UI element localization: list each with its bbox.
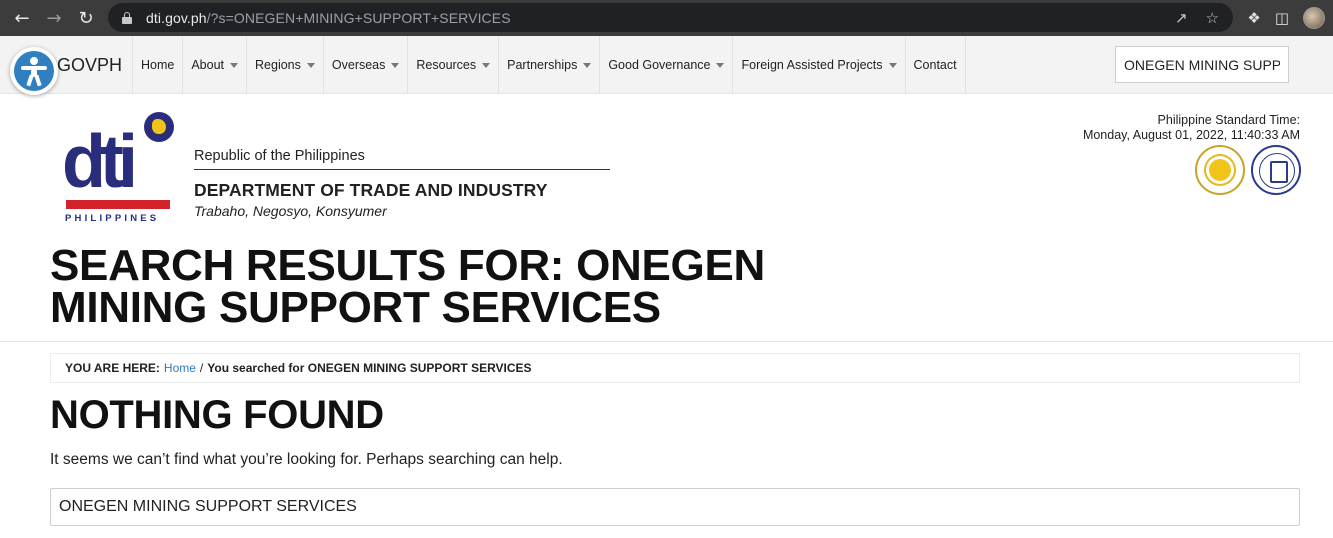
caret-down-icon — [716, 62, 725, 68]
department-name: DEPARTMENT OF TRADE AND INDUSTRY — [194, 180, 548, 200]
menu-item-label: Overseas — [331, 58, 386, 72]
address-bar[interactable]: dti.gov.ph/?s=ONEGEN+MINING+SUPPORT+SERV… — [108, 3, 1233, 32]
standard-time-block: Philippine Standard Time: Monday, August… — [1083, 113, 1300, 143]
agency-name-block: Republic of the Philippines DEPARTMENT O… — [194, 148, 610, 219]
sidepanel-icon[interactable]: ◫ — [1275, 9, 1289, 27]
logo-red-bar — [66, 200, 170, 209]
no-results-message: It seems we can’t find what you’re looki… — [50, 451, 563, 468]
accessibility-icon[interactable] — [10, 47, 58, 95]
nav-search-input[interactable] — [1115, 46, 1289, 83]
caret-down-icon — [888, 62, 897, 68]
transparency-seal-icon[interactable] — [1195, 145, 1245, 195]
menu-item-about[interactable]: About — [182, 36, 246, 94]
menu-item-contact[interactable]: Contact — [904, 36, 966, 94]
menu-item-label: Contact — [913, 58, 957, 72]
star-icon[interactable]: ☆ — [1206, 9, 1219, 27]
seals — [1195, 145, 1301, 195]
logo-wordmark: dti — [62, 120, 138, 204]
menu-item-foreign-assisted-projects[interactable]: Foreign Assisted Projects — [732, 36, 904, 94]
menu-item-label: About — [191, 58, 225, 72]
dti-logo[interactable]: dti PHILIPPINES — [62, 112, 174, 226]
search-input[interactable] — [50, 488, 1300, 526]
menu-item-good-governance[interactable]: Good Governance — [599, 36, 732, 94]
breadcrumb-prefix: YOU ARE HERE: — [65, 361, 160, 375]
menu-item-resources[interactable]: Resources — [407, 36, 498, 94]
caret-down-icon — [306, 62, 315, 68]
page-title: SEARCH RESULTS FOR: ONEGEN MINING SUPPOR… — [50, 241, 765, 332]
govph-brand-link[interactable]: GOVPH — [57, 55, 122, 76]
menu-item-label: Foreign Assisted Projects — [741, 58, 883, 72]
back-arrow-icon[interactable]: ← — [6, 2, 38, 34]
menu-item-label: Resources — [416, 58, 477, 72]
caret-down-icon — [482, 62, 491, 68]
pst-label: Philippine Standard Time: — [1157, 113, 1300, 127]
republic-label: Republic of the Philippines — [194, 148, 365, 164]
browser-toolbar: ← → ↻ dti.gov.ph/?s=ONEGEN+MINING+SUPPOR… — [0, 0, 1333, 36]
menu-item-regions[interactable]: Regions — [246, 36, 323, 94]
share-icon[interactable]: ↗ — [1175, 9, 1188, 27]
menu-item-partnerships[interactable]: Partnerships — [498, 36, 599, 94]
menu-item-label: Partnerships — [507, 58, 578, 72]
breadcrumb-current: You searched for ONEGEN MINING SUPPORT S… — [207, 361, 532, 375]
url-path: /?s=ONEGEN+MINING+SUPPORT+SERVICES — [206, 9, 511, 26]
menu-item-label: Regions — [255, 58, 301, 72]
profile-avatar[interactable] — [1303, 7, 1325, 29]
nothing-found-heading: NOTHING FOUND — [50, 393, 384, 437]
header-divider — [0, 341, 1333, 342]
url-host: dti.gov.ph — [146, 9, 207, 26]
caret-down-icon — [391, 62, 400, 68]
caret-down-icon — [230, 62, 239, 68]
menu-item-label: Home — [141, 58, 175, 72]
forward-arrow-icon[interactable]: → — [38, 2, 70, 34]
philippine-sun-emblem-icon — [144, 112, 174, 142]
menu-item-home[interactable]: Home — [132, 36, 182, 94]
breadcrumb-home-link[interactable]: Home — [164, 361, 196, 375]
extensions-icon[interactable]: ❖ — [1247, 9, 1260, 27]
freedom-of-information-seal-icon[interactable] — [1251, 145, 1301, 195]
breadcrumb-separator: / — [199, 361, 204, 375]
main-menu: Home About Regions Overseas Resources Pa… — [132, 36, 966, 94]
tagline: Trabaho, Negosyo, Konsyumer — [194, 203, 387, 219]
url-text[interactable]: dti.gov.ph/?s=ONEGEN+MINING+SUPPORT+SERV… — [146, 10, 511, 26]
lock-icon[interactable] — [122, 11, 132, 24]
menu-item-label: Good Governance — [608, 58, 711, 72]
pst-value: Monday, August 01, 2022, 11:40:33 AM — [1082, 128, 1300, 142]
menu-item-overseas[interactable]: Overseas — [322, 36, 408, 94]
agency-divider — [194, 169, 610, 170]
breadcrumb: YOU ARE HERE: Home / You searched for ON… — [50, 353, 1300, 383]
logo-country: PHILIPPINES — [65, 213, 160, 224]
caret-down-icon — [583, 62, 592, 68]
reload-icon[interactable]: ↻ — [70, 2, 102, 34]
